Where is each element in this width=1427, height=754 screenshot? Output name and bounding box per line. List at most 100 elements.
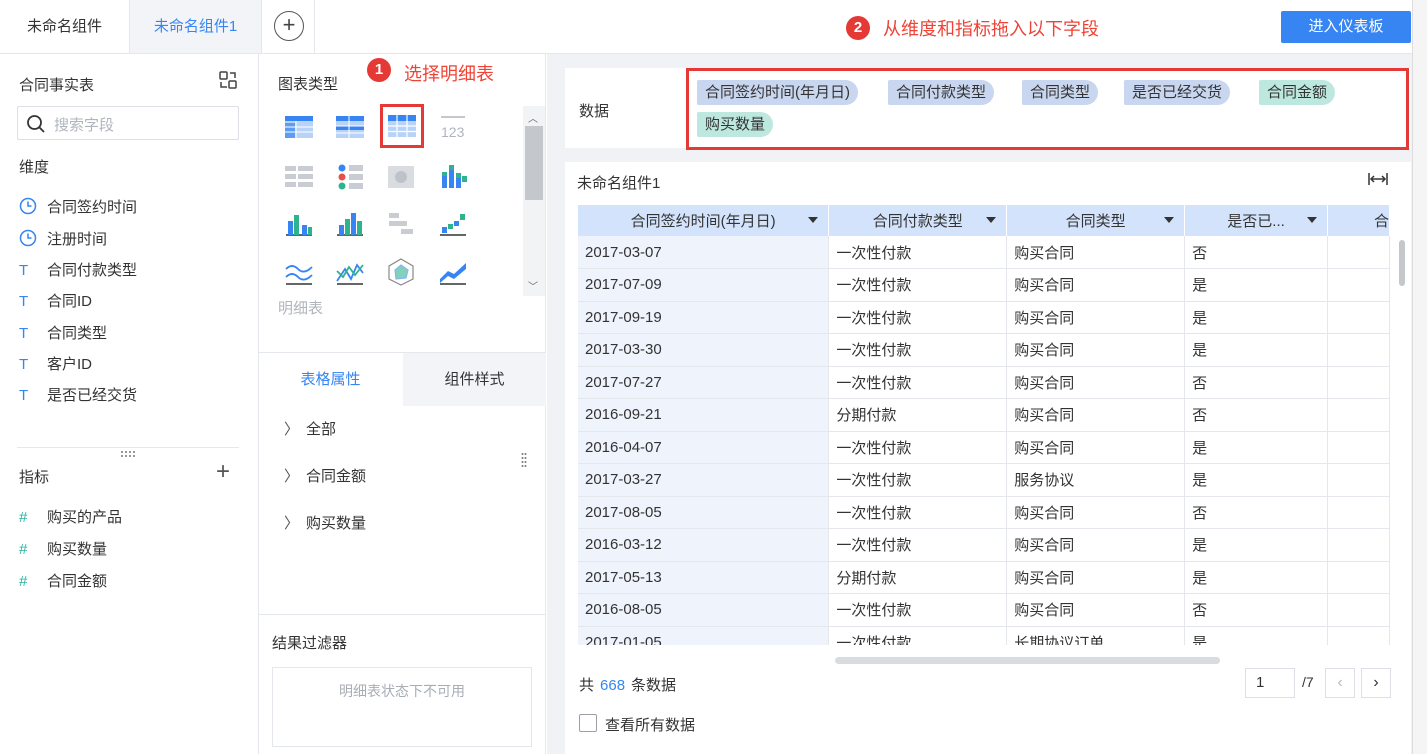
table-horizontal-scrollbar[interactable] — [835, 657, 1220, 664]
table-cell — [1327, 301, 1390, 334]
total-count: 668 — [600, 677, 626, 694]
chart-type-column-icon[interactable] — [284, 209, 314, 239]
column-header-payment-type[interactable]: 合同付款类型 — [828, 205, 1008, 236]
scroll-up-icon[interactable]: ︿ — [528, 110, 538, 125]
chart-type-cross-table-icon[interactable] — [335, 112, 365, 142]
chart-type-scatter-icon[interactable] — [438, 209, 468, 239]
section-divider — [17, 447, 239, 448]
tab-component-style[interactable]: 组件样式 — [403, 353, 546, 406]
chart-type-bar-horizontal-icon[interactable] — [386, 209, 416, 239]
chart-type-grouped-table-icon[interactable] — [284, 112, 314, 142]
dimension-field-contract-id[interactable]: T 合同ID — [19, 290, 92, 312]
resize-handle[interactable] — [521, 452, 527, 468]
fit-width-icon[interactable] — [1368, 172, 1388, 189]
data-chip-amount[interactable]: 合同金额 — [1259, 80, 1336, 105]
chart-type-line-icon[interactable] — [284, 257, 314, 287]
table-cell: 分期付款 — [828, 561, 1008, 594]
chart-type-dot-list-icon[interactable] — [335, 162, 365, 192]
field-panel: 合同事实表 搜索字段 维度 合同签约时间 注册时间 T 合同付款类型 T 合同ID … — [0, 54, 259, 754]
switch-table-icon[interactable] — [218, 70, 238, 90]
table-cell: 一次性付款 — [828, 301, 1008, 334]
scroll-down-icon[interactable]: ﹀ — [528, 278, 538, 293]
chart-type-area-icon[interactable] — [438, 257, 468, 287]
table-cell: 服务协议 — [1006, 463, 1186, 497]
result-filter-dropzone: 明细表状态下不可用 — [272, 667, 532, 747]
annotation-1-text: 选择明细表 — [404, 64, 494, 84]
table-cell — [1327, 431, 1390, 464]
table-cell — [1327, 626, 1390, 645]
detail-table: 合同签约时间(年月日) 合同付款类型 合同类型 是否已... 合 2017-03… — [578, 205, 1390, 645]
prop-item-all[interactable]: 〉全部 — [284, 418, 336, 439]
prop-item-purchase-quantity[interactable]: 〉购买数量 — [284, 512, 366, 533]
table-cell: 一次性付款 — [828, 463, 1008, 497]
data-chip-delivered[interactable]: 是否已经交货 — [1124, 80, 1231, 105]
chart-type-stacked-bar-icon[interactable] — [438, 162, 468, 192]
table-cell: 否 — [1184, 593, 1328, 627]
data-chip-contract-type[interactable]: 合同类型 — [1022, 80, 1099, 105]
column-header-delivered[interactable]: 是否已... — [1184, 205, 1328, 236]
preview-area: 数据 合同签约时间(年月日) 合同付款类型 合同类型 是否已经交货 合同金额 购… — [547, 54, 1427, 754]
checkbox[interactable] — [579, 714, 597, 732]
clock-icon — [19, 197, 41, 216]
column-header-contract-type[interactable]: 合同类型 — [1006, 205, 1186, 236]
scrollbar-thumb[interactable] — [1399, 240, 1405, 286]
dimension-field-customer-id[interactable]: T 客户ID — [19, 353, 92, 375]
table-cell: 2017-07-09 — [578, 268, 830, 302]
dimension-field-payment-type[interactable]: T 合同付款类型 — [19, 259, 137, 281]
top-bar: 未命名组件 未命名组件1 + 2 从维度和指标拖入以下字段 进入仪表板 — [0, 0, 1427, 54]
window-scrollbar[interactable] — [1412, 0, 1427, 754]
prev-page-button[interactable]: ‹ — [1325, 668, 1355, 698]
measure-field-amount[interactable]: # 合同金额 — [19, 570, 107, 592]
resize-handle[interactable] — [120, 450, 136, 458]
add-measure-button[interactable]: + — [216, 460, 230, 484]
dimension-field-delivered[interactable]: T 是否已经交货 — [19, 384, 137, 406]
table-cell: 一次性付款 — [828, 366, 1008, 399]
enter-dashboard-button[interactable]: 进入仪表板 — [1281, 11, 1411, 43]
table-cell — [1327, 463, 1390, 497]
scrollbar-thumb[interactable] — [525, 126, 543, 200]
chart-type-heat-icon[interactable] — [386, 162, 416, 192]
data-chip-quantity[interactable]: 购买数量 — [697, 112, 774, 137]
dimension-section-label: 维度 — [19, 159, 50, 176]
dimension-field-register-time[interactable]: 注册时间 — [19, 228, 107, 250]
tab-table-properties[interactable]: 表格属性 — [259, 353, 402, 406]
dropdown-icon[interactable] — [808, 217, 819, 223]
tab-unnamed-component-1[interactable]: 未命名组件1 — [130, 0, 262, 53]
tab-unnamed-component[interactable]: 未命名组件 — [0, 0, 130, 53]
measure-field-products[interactable]: # 购买的产品 — [19, 506, 122, 528]
chart-type-radar-icon[interactable] — [386, 257, 416, 287]
chart-type-polyline-icon[interactable] — [335, 257, 365, 287]
view-all-data-label: 查看所有数据 — [605, 717, 696, 734]
table-name: 合同事实表 — [19, 77, 95, 94]
chart-type-detail-table-selected[interactable] — [380, 104, 424, 148]
dimension-field-contract-type[interactable]: T 合同类型 — [19, 322, 107, 344]
table-cell: 一次性付款 — [828, 236, 1008, 269]
filter-disabled-text: 明细表状态下不可用 — [339, 683, 465, 699]
chart-type-kpi-number-icon[interactable]: 123 — [438, 112, 468, 142]
table-cell: 2017-09-19 — [578, 301, 830, 334]
prop-item-contract-amount[interactable]: 〉合同金额 — [284, 465, 366, 486]
chart-types-scrollbar[interactable]: ︿ ﹀ — [523, 106, 545, 296]
table-vertical-scrollbar[interactable] — [1397, 240, 1407, 655]
column-header-sign-date[interactable]: 合同签约时间(年月日) — [578, 205, 830, 236]
hash-icon: # — [19, 541, 28, 558]
field-label: 合同ID — [47, 293, 93, 310]
table-cell: 2017-03-07 — [578, 236, 830, 269]
table-cell: 是 — [1184, 528, 1328, 562]
search-field-input[interactable]: 搜索字段 — [17, 106, 239, 140]
dropdown-icon[interactable] — [1307, 217, 1317, 223]
dropdown-icon[interactable] — [986, 217, 997, 223]
measure-field-quantity[interactable]: # 购买数量 — [19, 538, 107, 560]
table-cell: 一次性付款 — [828, 268, 1008, 302]
next-page-button[interactable]: › — [1361, 668, 1391, 698]
dimension-field-contract-sign-time[interactable]: 合同签约时间 — [19, 196, 137, 218]
chart-type-multi-column-icon[interactable] — [335, 209, 365, 239]
dropdown-icon[interactable] — [1164, 217, 1175, 223]
table-cell: 购买合同 — [1006, 528, 1186, 562]
data-chip-sign-date[interactable]: 合同签约时间(年月日) — [697, 80, 858, 105]
column-header-amount-partial[interactable]: 合 — [1327, 205, 1390, 236]
chart-type-text-grid-icon[interactable] — [284, 162, 314, 192]
add-tab-button[interactable]: + — [262, 0, 315, 53]
data-chip-payment-type[interactable]: 合同付款类型 — [888, 80, 995, 105]
page-number-input[interactable]: 1 — [1245, 668, 1295, 698]
